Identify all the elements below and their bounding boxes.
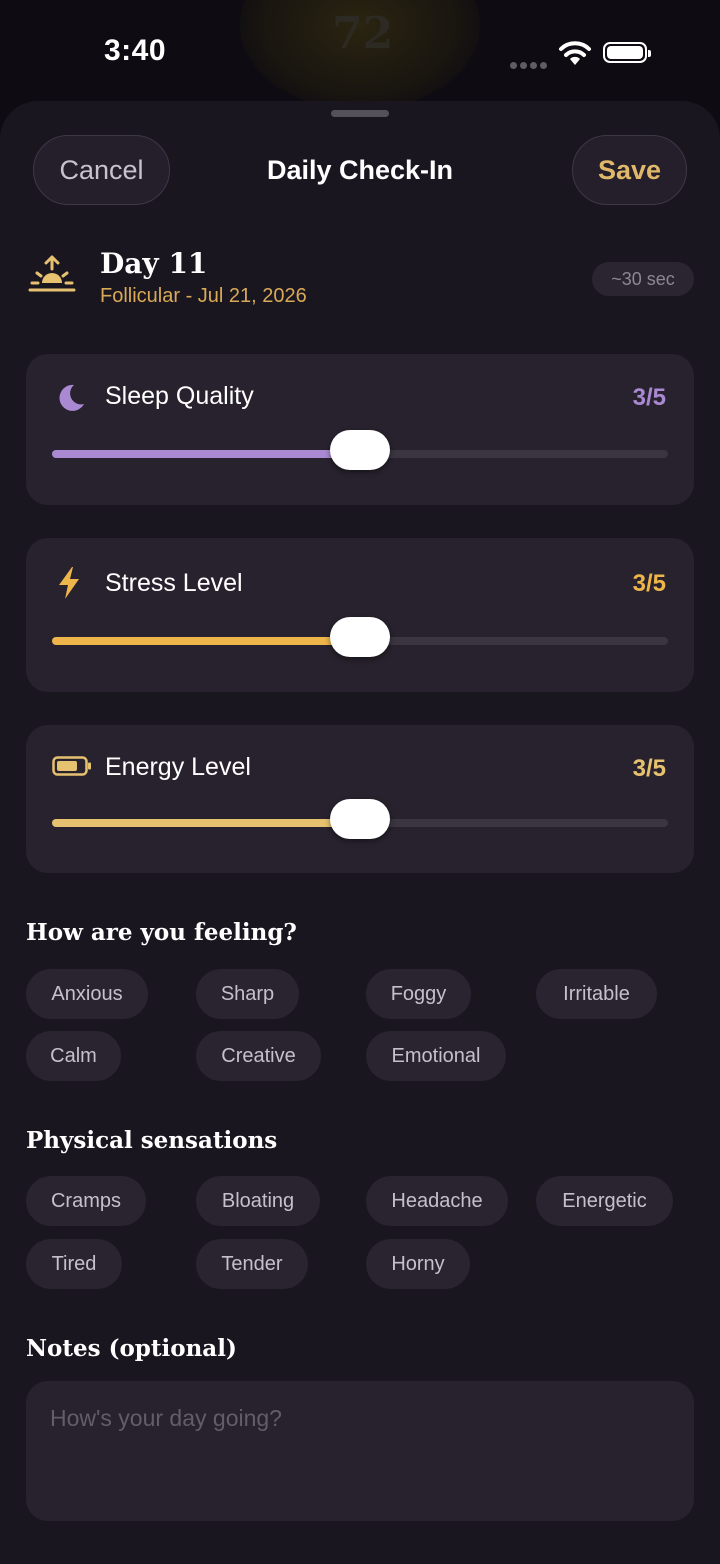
status-time: 3:40 — [104, 34, 167, 67]
stress-level-slider-fill — [52, 637, 360, 645]
energy-level-slider-thumb[interactable] — [330, 799, 390, 839]
lightning-icon — [59, 567, 79, 599]
sleep-quality-value: 3/5 — [632, 384, 666, 411]
sleep-quality-slider-thumb[interactable] — [330, 430, 390, 470]
stress-level-label: Stress Level — [105, 569, 243, 597]
stress-level-card: Stress Level 3/5 — [26, 538, 694, 692]
sheet-grabber[interactable] — [331, 110, 389, 117]
save-button[interactable]: Save — [572, 135, 687, 205]
energy-level-card: Energy Level 3/5 — [26, 725, 694, 873]
feeling-chip-calm[interactable]: Calm — [26, 1031, 121, 1081]
notes-input[interactable] — [50, 1405, 670, 1497]
feeling-chip-irritable[interactable]: Irritable — [536, 969, 657, 1019]
notes-field[interactable] — [26, 1381, 694, 1521]
sleep-quality-label: Sleep Quality — [105, 382, 254, 410]
sensation-chip-energetic[interactable]: Energetic — [536, 1176, 673, 1226]
sensation-chip-bloating[interactable]: Bloating — [196, 1176, 320, 1226]
feeling-chip-sharp[interactable]: Sharp — [196, 969, 299, 1019]
sensation-chip-tired[interactable]: Tired — [26, 1239, 122, 1289]
energy-level-label: Energy Level — [105, 753, 251, 781]
stress-level-value: 3/5 — [632, 570, 666, 597]
stress-level-slider[interactable] — [52, 617, 668, 657]
feelings-section-title: How are you feeling? — [26, 919, 297, 946]
sleep-quality-slider-fill — [52, 450, 360, 458]
sleep-quality-card: Sleep Quality 3/5 — [26, 354, 694, 505]
battery-status-icon — [603, 42, 651, 63]
day-header: Day 11 Follicular - Jul 21, 2026 ~30 sec — [28, 247, 694, 311]
stress-level-slider-thumb[interactable] — [330, 617, 390, 657]
sensations-section-title: Physical sensations — [26, 1127, 278, 1154]
moon-icon — [59, 384, 84, 411]
feeling-chip-creative[interactable]: Creative — [196, 1031, 321, 1081]
sensation-chip-cramps[interactable]: Cramps — [26, 1176, 146, 1226]
status-bar: 3:40 — [0, 0, 720, 100]
sensation-chip-tender[interactable]: Tender — [196, 1239, 308, 1289]
feeling-chip-foggy[interactable]: Foggy — [366, 969, 471, 1019]
time-estimate-badge: ~30 sec — [592, 262, 694, 296]
energy-level-slider-fill — [52, 819, 360, 827]
notes-section-title: Notes (optional) — [26, 1335, 237, 1362]
sensation-chip-headache[interactable]: Headache — [366, 1176, 508, 1226]
energy-level-value: 3/5 — [632, 755, 666, 782]
check-in-sheet: Cancel Daily Check-In Save Day 11 Follic… — [0, 101, 720, 1564]
energy-level-slider[interactable] — [52, 799, 668, 839]
feeling-chip-anxious[interactable]: Anxious — [26, 969, 148, 1019]
sleep-quality-slider[interactable] — [52, 430, 668, 470]
sunrise-icon — [28, 255, 76, 292]
battery-icon — [52, 756, 91, 776]
cellular-signal-icon — [510, 56, 550, 74]
wifi-icon — [559, 41, 591, 65]
cycle-phase-date: Follicular - Jul 21, 2026 — [100, 285, 307, 307]
sensation-chip-horny[interactable]: Horny — [366, 1239, 470, 1289]
feeling-chip-emotional[interactable]: Emotional — [366, 1031, 506, 1081]
day-title: Day 11 — [100, 247, 208, 280]
